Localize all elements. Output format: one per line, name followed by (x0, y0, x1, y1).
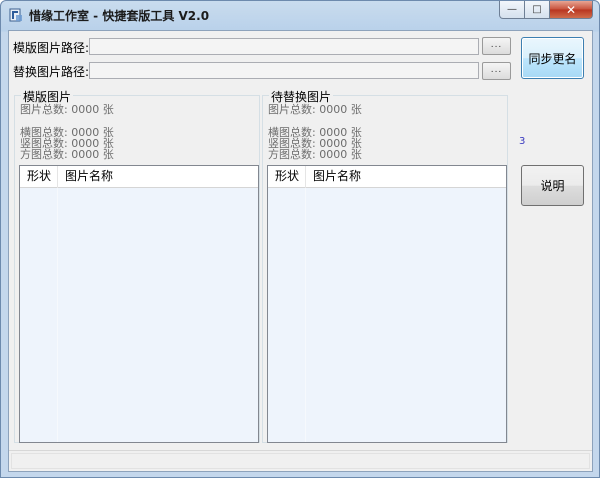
template-path-label: 模版图片路径: (13, 41, 90, 55)
minimize-icon: — (507, 4, 517, 15)
app-icon (9, 8, 22, 22)
client-area: 模版图片路径: ... 替换图片路径: ... 同步更名 3 说明 模版图片 图… (8, 30, 593, 472)
close-button[interactable]: ✕ (550, 1, 593, 19)
column-header-image-name[interactable]: 图片名称 (306, 166, 506, 188)
minimize-button[interactable]: — (499, 1, 525, 19)
window-title: 惜缘工作室 - 快捷套版工具 V2.0 (29, 9, 210, 23)
replace-image-list[interactable]: 形状 图片名称 (267, 165, 507, 443)
replace-path-input[interactable] (89, 62, 479, 79)
column-header-shape[interactable]: 形状 (268, 166, 306, 188)
maximize-icon: □ (532, 4, 542, 15)
sync-rename-button[interactable]: 同步更名 (521, 37, 584, 79)
column-header-shape[interactable]: 形状 (20, 166, 58, 188)
column-header-image-name[interactable]: 图片名称 (58, 166, 258, 188)
help-button[interactable]: 说明 (521, 165, 584, 206)
status-bar (9, 450, 592, 471)
title-bar[interactable]: 惜缘工作室 - 快捷套版工具 V2.0 — □ ✕ (1, 1, 599, 29)
replace-browse-button[interactable]: ... (482, 62, 511, 80)
template-browse-button[interactable]: ... (482, 37, 511, 55)
template-list-header: 形状 图片名称 (20, 166, 258, 188)
template-image-list[interactable]: 形状 图片名称 (19, 165, 259, 443)
replace-total-count: 图片总数: 0000 张 (268, 103, 362, 116)
replace-list-header: 形状 图片名称 (268, 166, 506, 188)
close-icon: ✕ (565, 2, 577, 17)
template-square-count: 方图总数: 0000 张 (20, 148, 114, 161)
replace-path-label: 替换图片路径: (13, 65, 90, 79)
app-window: 惜缘工作室 - 快捷套版工具 V2.0 — □ ✕ 模版图片路径: ... 替换… (0, 0, 600, 478)
stray-mark: 3 (519, 136, 526, 147)
template-total-count: 图片总数: 0000 张 (20, 103, 114, 116)
template-path-input[interactable] (89, 38, 479, 55)
replace-square-count: 方图总数: 0000 张 (268, 148, 362, 161)
maximize-button[interactable]: □ (525, 1, 550, 19)
